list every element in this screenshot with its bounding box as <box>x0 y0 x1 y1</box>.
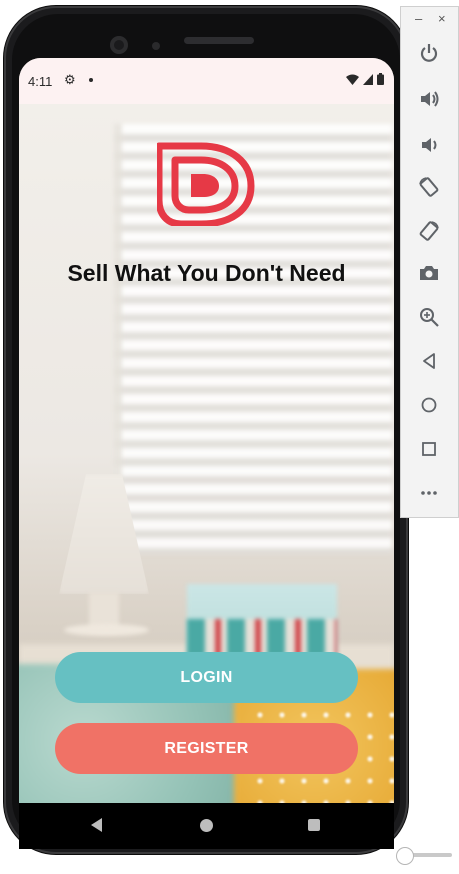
back-icon[interactable] <box>415 347 443 375</box>
zoom-icon[interactable] <box>415 303 443 331</box>
status-bar: 4:11 ⚙ <box>19 58 394 104</box>
app-tagline: Sell What You Don't Need <box>67 260 346 286</box>
status-icons <box>346 73 384 85</box>
battery-icon <box>377 73 384 85</box>
overview-icon[interactable] <box>415 435 443 463</box>
zoom-slider-handle[interactable] <box>396 847 414 865</box>
notification-dot-icon <box>89 78 93 82</box>
rotate-right-icon[interactable] <box>415 217 443 245</box>
cell-signal-icon <box>363 73 373 85</box>
volume-up-icon[interactable] <box>415 85 443 113</box>
proximity-sensor <box>152 42 160 50</box>
nav-home-icon[interactable] <box>200 819 213 832</box>
power-icon[interactable] <box>415 39 443 67</box>
phone-screen: 4:11 ⚙ Sell What You Don't Need LOGIN RE… <box>19 58 394 803</box>
nav-recents-icon[interactable] <box>308 819 320 831</box>
close-button[interactable]: × <box>438 11 446 26</box>
camera-icon[interactable] <box>415 259 443 287</box>
login-button[interactable]: LOGIN <box>55 652 358 703</box>
status-time: 4:11 <box>28 74 53 89</box>
nav-back-icon[interactable] <box>91 818 102 832</box>
volume-down-icon[interactable] <box>415 131 443 159</box>
minimize-button[interactable]: – <box>415 11 422 26</box>
register-button[interactable]: REGISTER <box>55 723 358 774</box>
emulator-toolbar: – × <box>400 6 459 518</box>
navigation-bar <box>19 803 394 849</box>
wifi-icon <box>346 74 359 85</box>
app-logo-icon <box>157 142 255 226</box>
more-icon[interactable] <box>415 479 443 507</box>
home-icon[interactable] <box>415 391 443 419</box>
settings-notification-icon: ⚙ <box>64 72 76 87</box>
earpiece-speaker <box>184 37 254 44</box>
emulator-titlebar: – × <box>401 7 458 33</box>
front-camera <box>110 36 128 54</box>
rotate-left-icon[interactable] <box>415 173 443 201</box>
